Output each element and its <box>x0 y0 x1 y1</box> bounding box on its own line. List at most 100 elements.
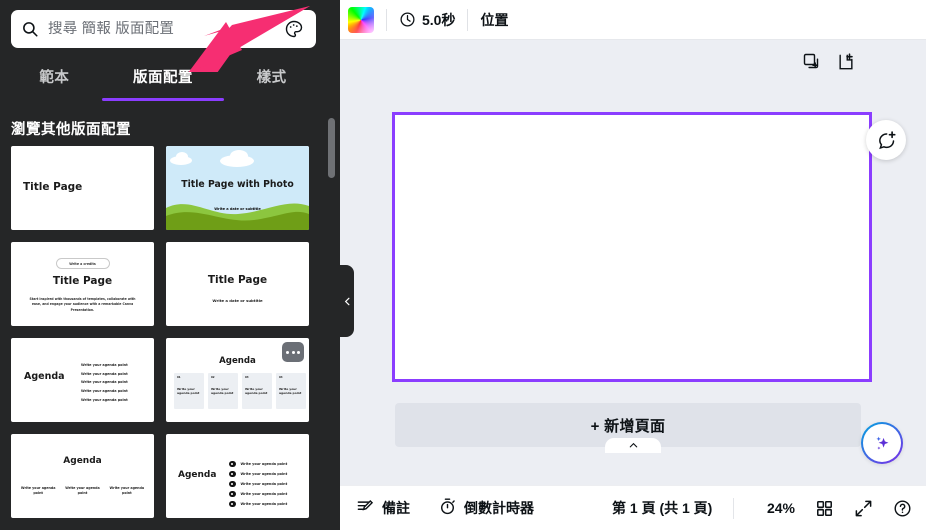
hill-shape <box>166 203 309 230</box>
agenda-card: 04 Write your agenda point <box>276 373 306 409</box>
thumb-card-row: 01 Write your agenda point 02 Write your… <box>174 373 306 409</box>
thumb-title: Title Page <box>52 275 113 287</box>
canva-editor: 範本 版面配置 樣式 瀏覽其他版面配置 Title Page Tit <box>0 0 926 530</box>
thumb-column-row: Write your agenda point Write your agend… <box>16 486 149 496</box>
thumb-bullet-list: Write your agenda point Write your agend… <box>81 361 128 404</box>
layout-thumb-agenda-numbered[interactable]: Agenda Write your agenda point Write you… <box>166 434 309 518</box>
list-item-label: Write your agenda point <box>240 472 288 476</box>
cloud-shape <box>176 152 188 161</box>
layout-thumb-agenda-columns[interactable]: Agenda Write your agenda point Write you… <box>11 434 154 518</box>
scrollbar-thumb[interactable] <box>328 118 335 178</box>
add-comment-button[interactable] <box>866 120 906 160</box>
list-item-label: Write your agenda point <box>240 502 288 506</box>
notes-button[interactable]: 備註 <box>356 497 410 519</box>
tab-layouts[interactable]: 版面配置 <box>109 57 218 95</box>
sidebar-tabs: 範本 版面配置 樣式 <box>0 57 326 95</box>
stopwatch-icon <box>438 497 457 519</box>
card-text: Write your agenda point <box>279 387 302 396</box>
editor-main: 5.0秒 位置 + 新增頁面 備註 倒數計時器 第 1 頁 (共 1 頁) 24… <box>340 0 926 530</box>
layout-thumb-agenda-cards[interactable]: Agenda 01 Write your agenda point 02 Wri… <box>166 338 309 422</box>
magic-sparkle-icon <box>875 436 888 450</box>
expand-panel-button[interactable] <box>605 438 661 453</box>
fullscreen-icon[interactable] <box>854 499 873 518</box>
layout-thumb-title-page-badge[interactable]: Write a credits Title Page Start inspire… <box>11 242 154 326</box>
list-item: Write your agenda point <box>81 380 128 385</box>
timing-button[interactable]: 5.0秒 <box>399 10 455 30</box>
thumb-badge: Write a credits <box>55 258 110 269</box>
bullet-icon <box>229 500 236 508</box>
browse-heading: 瀏覽其他版面配置 <box>11 122 131 138</box>
agenda-card: 02 Write your agenda point <box>208 373 238 409</box>
thumb-title: Title Page <box>23 181 83 193</box>
card-number: 04 <box>279 376 283 379</box>
card-text: Write your agenda point <box>245 387 268 396</box>
column-text: Write your agenda point <box>65 486 100 495</box>
thumb-title: Agenda <box>24 371 65 382</box>
agenda-card: 01 Write your agenda point <box>174 373 204 409</box>
thumb-title: Agenda <box>178 470 217 480</box>
toolbar-divider <box>386 8 387 31</box>
card-text: Write your agenda point <box>177 387 200 396</box>
bullet-icon <box>229 470 236 478</box>
layout-thumb-title-page-with-photo[interactable]: Title Page with Photo Write a date or su… <box>166 146 309 230</box>
search-icon <box>21 20 39 38</box>
column-text: Write your agenda point <box>109 486 145 495</box>
sidebar-scrollbar[interactable] <box>328 110 335 530</box>
collapse-sidebar-button[interactable] <box>340 265 354 337</box>
card-number: 02 <box>211 376 215 379</box>
search-bar[interactable] <box>11 10 316 48</box>
page-indicator[interactable]: 第 1 頁 (共 1 頁) <box>612 498 712 518</box>
slide-canvas[interactable] <box>392 112 872 382</box>
add-page-icon[interactable] <box>836 52 856 72</box>
palette-icon[interactable] <box>282 17 306 41</box>
thumb-numbered-list: Write your agenda point Write your agend… <box>229 459 287 509</box>
column-text: Write your agenda point <box>20 486 56 495</box>
list-item: Write your agenda point <box>81 397 128 402</box>
cloud-shape <box>230 150 248 162</box>
layout-thumb-title-page-subtitle[interactable]: Title Page Write a date or subtitle <box>166 242 309 326</box>
bullet-icon <box>229 490 236 498</box>
card-text: Write your agenda point <box>211 387 234 396</box>
tab-styles[interactable]: 樣式 <box>217 57 326 95</box>
search-input[interactable] <box>48 21 282 37</box>
left-sidebar: 範本 版面配置 樣式 瀏覽其他版面配置 Title Page Tit <box>0 0 340 530</box>
thumb-subtitle: Write a date or subtitle <box>214 207 261 211</box>
bottom-bar-divider <box>733 498 734 519</box>
list-item: Write your agenda point <box>229 499 287 509</box>
notes-label: 備註 <box>382 500 410 516</box>
more-options-icon[interactable] <box>282 342 304 362</box>
duplicate-page-icon[interactable] <box>802 52 822 72</box>
layout-thumb-agenda-bullets[interactable]: Agenda Write your agenda point Write you… <box>11 338 154 422</box>
canvas-area: + 新增頁面 <box>340 40 926 485</box>
thumb-title: Title Page <box>207 274 268 286</box>
list-item: Write your agenda point <box>229 489 287 499</box>
position-button[interactable]: 位置 <box>480 10 508 30</box>
layout-grid: Title Page Title Page with Photo Write a… <box>11 146 321 530</box>
ai-magic-button[interactable] <box>861 422 903 464</box>
thumb-title: Title Page with Photo <box>181 179 294 190</box>
grid-view-icon[interactable] <box>815 499 834 518</box>
list-item: Write your agenda point <box>229 479 287 489</box>
list-item: Write your agenda point <box>81 363 128 367</box>
rainbow-swatch-icon[interactable] <box>348 6 374 33</box>
bottom-bar-right: 24% <box>767 499 912 518</box>
bottom-bar-left: 備註 倒數計時器 <box>356 497 534 519</box>
thumb-body: Start inspired with thousands of templat… <box>29 297 136 312</box>
timer-button[interactable]: 倒數計時器 <box>438 497 534 519</box>
chevron-left-icon <box>344 297 349 305</box>
top-toolbar: 5.0秒 位置 <box>340 0 926 40</box>
list-item: Write your agenda point <box>81 371 128 376</box>
layout-thumb-title-page[interactable]: Title Page <box>11 146 154 230</box>
thumb-title: Agenda <box>63 456 102 466</box>
zoom-level[interactable]: 24% <box>767 500 795 516</box>
list-item-label: Write your agenda point <box>240 492 288 496</box>
page-tools <box>802 52 856 72</box>
help-icon[interactable] <box>893 499 912 518</box>
toolbar-divider <box>467 8 469 31</box>
bullet-icon <box>229 480 236 488</box>
bottom-bar: 備註 倒數計時器 第 1 頁 (共 1 頁) 24% <box>340 485 926 530</box>
tab-templates[interactable]: 範本 <box>0 57 109 95</box>
list-item-label: Write your agenda point <box>240 462 288 466</box>
agenda-card: 03 Write your agenda point <box>242 373 272 409</box>
list-item: Write your agenda point <box>81 389 128 394</box>
